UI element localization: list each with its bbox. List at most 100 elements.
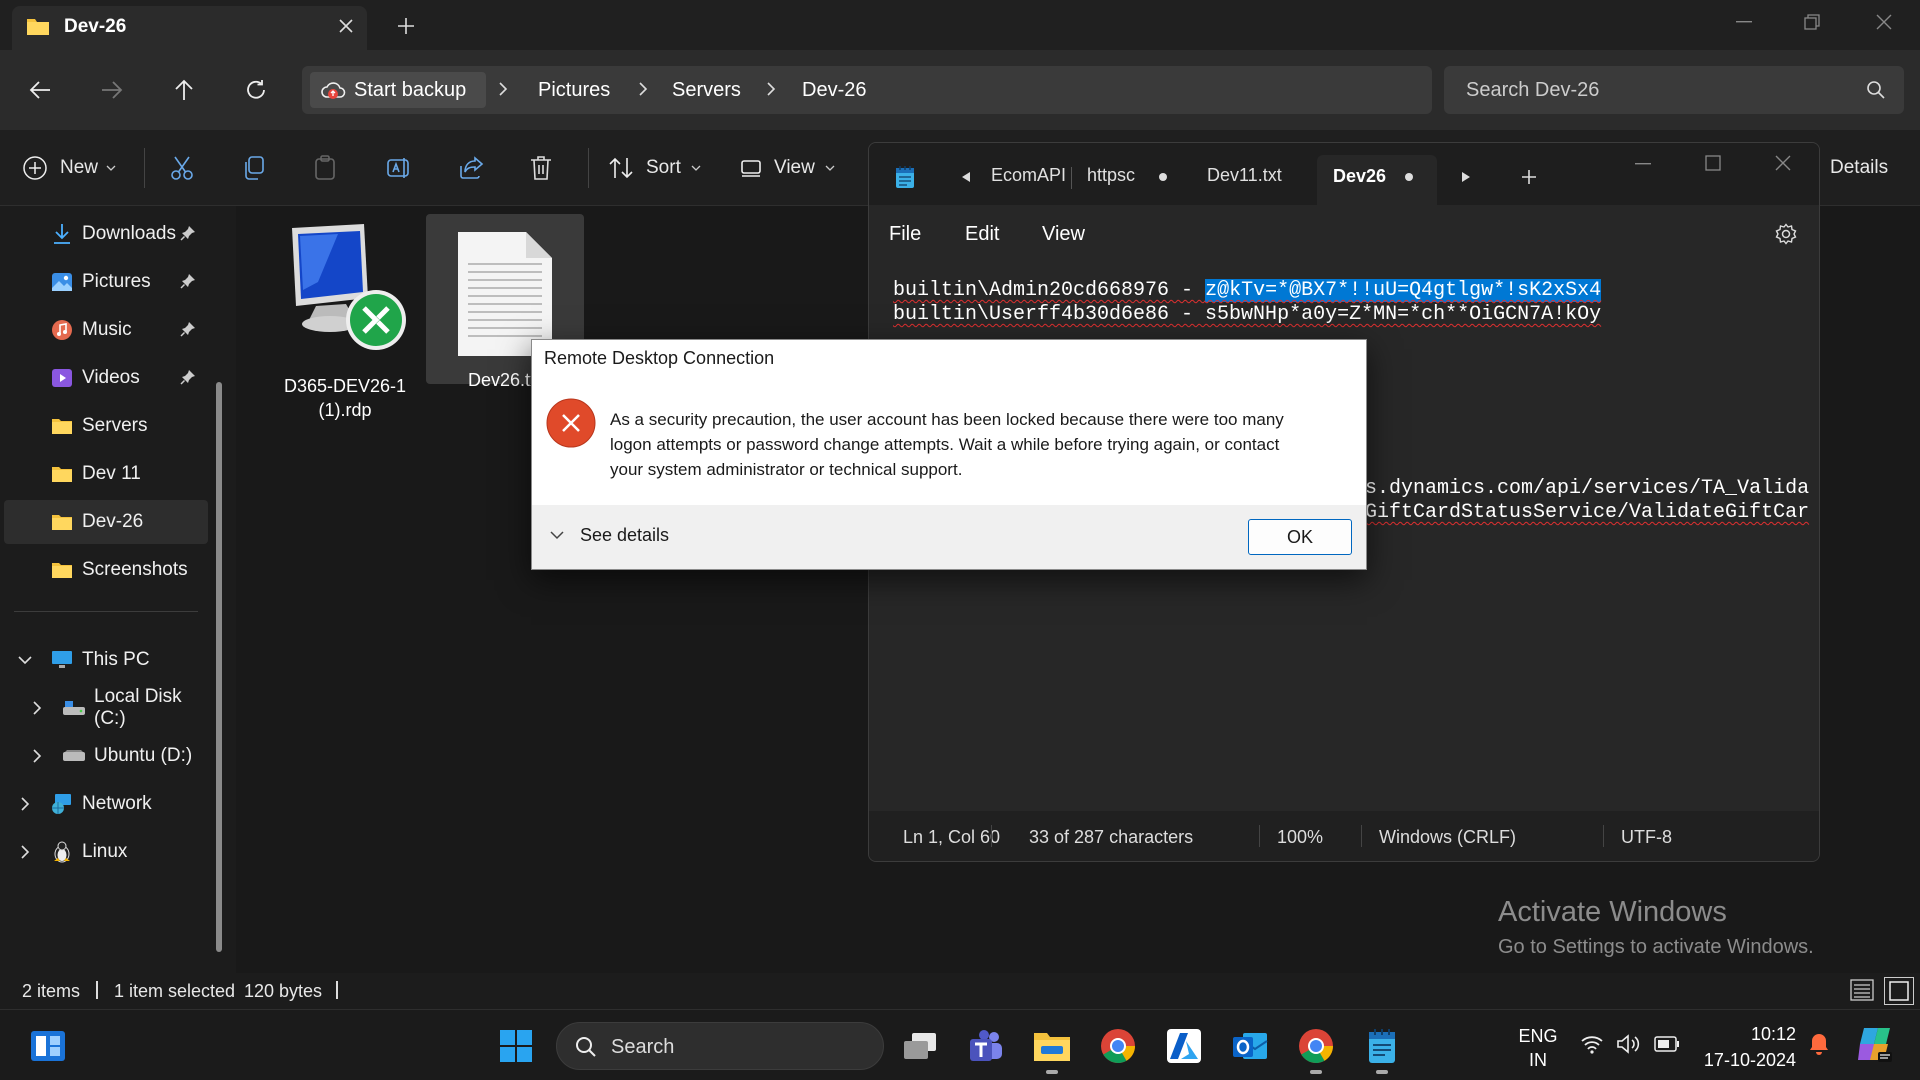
- pin-icon[interactable]: [180, 369, 196, 385]
- copilot-icon[interactable]: [1854, 1024, 1894, 1064]
- tab-ecomapi[interactable]: EcomAPI: [991, 165, 1066, 186]
- text-line-3: ns.dynamics.com/api/services/TA_Valida: [1353, 477, 1810, 500]
- menu-file[interactable]: File: [889, 223, 921, 246]
- paste-icon[interactable]: [314, 144, 342, 192]
- notification-bell-icon[interactable]: [1808, 1032, 1830, 1056]
- back-arrow-icon[interactable]: [18, 68, 62, 112]
- region-indicator[interactable]: IN: [1518, 1050, 1558, 1071]
- tab-dev11[interactable]: Dev11.txt: [1207, 165, 1282, 186]
- cut-icon[interactable]: [170, 144, 198, 192]
- menu-view[interactable]: View: [1042, 223, 1085, 246]
- details-button[interactable]: Details: [1830, 144, 1910, 192]
- chrome-icon[interactable]: [1096, 1024, 1140, 1068]
- file-item-rdp[interactable]: D365-DEV26-1 (1).rdp: [270, 218, 420, 420]
- sort-button[interactable]: Sort: [608, 144, 708, 192]
- copy-icon[interactable]: [242, 144, 270, 192]
- chevron-down-icon[interactable]: [18, 655, 32, 665]
- folder-icon: [50, 510, 74, 534]
- menu-edit[interactable]: Edit: [965, 223, 999, 246]
- outlook-icon[interactable]: [1228, 1024, 1272, 1068]
- delete-icon[interactable]: [530, 144, 558, 192]
- line-ending[interactable]: Windows (CRLF): [1379, 827, 1516, 848]
- battery-icon[interactable]: [1654, 1036, 1680, 1052]
- restore-icon[interactable]: [1790, 6, 1834, 38]
- wifi-icon[interactable]: [1580, 1034, 1604, 1054]
- zoom-level[interactable]: 100%: [1277, 827, 1323, 848]
- sidebar-item-screenshots[interactable]: Screenshots: [4, 548, 208, 592]
- sidebar-item-downloads[interactable]: Downloads: [4, 212, 208, 256]
- active-app-indicator: [1046, 1070, 1058, 1074]
- chevron-down-icon: [106, 165, 116, 171]
- see-details-toggle[interactable]: See details: [550, 525, 669, 546]
- large-icons-view-icon[interactable]: [1884, 977, 1914, 1005]
- up-arrow-icon[interactable]: [162, 68, 206, 112]
- sidebar-item-this-pc[interactable]: This PC: [4, 638, 208, 682]
- clock-time[interactable]: 10:12: [1700, 1024, 1796, 1045]
- start-windows-icon[interactable]: [494, 1024, 538, 1068]
- chevron-right-icon[interactable]: [20, 797, 30, 811]
- dialog-message-line: As a security precaution, the user accou…: [610, 410, 1284, 429]
- chrome-icon[interactable]: [1294, 1024, 1338, 1068]
- sidebar-item-servers[interactable]: Servers: [4, 404, 208, 448]
- sidebar-item-network[interactable]: Network: [4, 782, 208, 826]
- minimize-icon[interactable]: [1722, 6, 1766, 38]
- widgets-icon[interactable]: [26, 1024, 70, 1068]
- chevron-right-icon[interactable]: [32, 749, 42, 763]
- search-box[interactable]: Search Dev-26: [1444, 66, 1904, 114]
- sidebar-item-ubuntu-drive[interactable]: Ubuntu (D:): [4, 734, 208, 778]
- start-backup-button[interactable]: Start backup: [310, 72, 486, 108]
- sidebar-item-pictures[interactable]: Pictures: [4, 260, 208, 304]
- task-view-icon[interactable]: [898, 1024, 942, 1068]
- explorer-tab[interactable]: Dev-26: [12, 6, 367, 50]
- sidebar-scrollbar[interactable]: [216, 382, 222, 952]
- language-indicator[interactable]: ENG: [1518, 1026, 1558, 1047]
- sidebar-item-dev-11[interactable]: Dev 11: [4, 452, 208, 496]
- new-tab-icon[interactable]: [1521, 169, 1537, 185]
- settings-gear-icon[interactable]: [1775, 223, 1797, 245]
- file-explorer-icon[interactable]: [1030, 1024, 1074, 1068]
- chevron-right-icon[interactable]: [32, 701, 42, 715]
- share-icon[interactable]: [458, 144, 486, 192]
- maximize-icon[interactable]: [1705, 155, 1721, 171]
- address-bar[interactable]: Start backup Pictures Servers Dev-26: [302, 66, 1432, 114]
- ok-button[interactable]: OK: [1248, 519, 1352, 555]
- chevron-right-icon[interactable]: [20, 845, 30, 859]
- forward-arrow-icon[interactable]: [90, 68, 134, 112]
- tab-httpsc[interactable]: httpsc: [1087, 165, 1135, 186]
- tab-dev26-active[interactable]: Dev26: [1317, 155, 1437, 205]
- view-button[interactable]: View: [740, 144, 840, 192]
- notepad-icon[interactable]: [1360, 1024, 1404, 1068]
- close-icon[interactable]: [1775, 155, 1791, 171]
- clock-date[interactable]: 17-10-2024: [1690, 1050, 1796, 1071]
- details-view-icon[interactable]: [1850, 979, 1874, 1001]
- new-button[interactable]: New: [22, 144, 126, 192]
- scroll-tabs-left-icon[interactable]: [961, 171, 971, 183]
- pin-icon[interactable]: [180, 321, 196, 337]
- scroll-tabs-right-icon[interactable]: [1461, 171, 1471, 183]
- refresh-icon[interactable]: [234, 68, 278, 112]
- divider: [336, 981, 338, 999]
- notepad-tab-bar: EcomAPI httpsc Dev11.txt Dev26: [869, 143, 1819, 205]
- sidebar-item-linux[interactable]: Linux: [4, 830, 208, 874]
- teams-icon[interactable]: [964, 1024, 1008, 1068]
- rename-icon[interactable]: [386, 144, 414, 192]
- network-icon: [50, 792, 74, 816]
- breadcrumb-servers[interactable]: Servers: [672, 79, 741, 102]
- pin-icon[interactable]: [180, 225, 196, 241]
- volume-icon[interactable]: [1616, 1034, 1642, 1054]
- minimize-icon[interactable]: [1635, 163, 1651, 165]
- breadcrumb-dev-26[interactable]: Dev-26: [802, 79, 866, 102]
- sidebar-item-dev-26[interactable]: Dev-26: [4, 500, 208, 544]
- pin-icon[interactable]: [180, 273, 196, 289]
- breadcrumb-pictures[interactable]: Pictures: [538, 79, 610, 102]
- close-icon[interactable]: [1862, 6, 1906, 38]
- taskbar-search-box[interactable]: Search: [556, 1022, 884, 1070]
- azure-icon[interactable]: [1162, 1024, 1206, 1068]
- encoding[interactable]: UTF-8: [1621, 827, 1672, 848]
- sidebar-item-local-disk[interactable]: Local Disk (C:): [4, 686, 208, 730]
- new-tab-icon[interactable]: [390, 10, 422, 42]
- view-icon: [740, 159, 762, 177]
- sidebar-item-music[interactable]: Music: [4, 308, 208, 352]
- close-tab-icon[interactable]: [332, 12, 360, 40]
- sidebar-item-videos[interactable]: Videos: [4, 356, 208, 400]
